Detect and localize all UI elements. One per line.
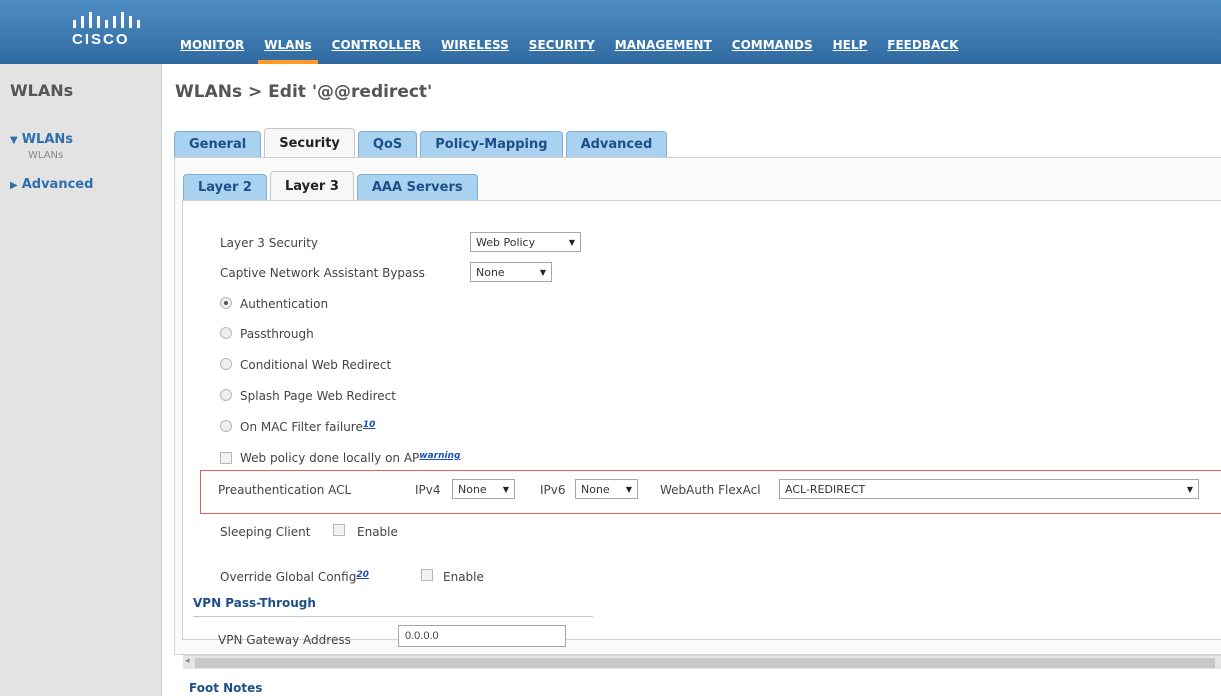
tab-security[interactable]: Security (264, 128, 355, 157)
dropdown-arrow-icon: ▼ (625, 484, 632, 494)
ipv6-acl-value: None (581, 482, 610, 496)
page-title: WLANs > Edit '@@redirect' (175, 82, 433, 102)
nav-controller[interactable]: CONTROLLER (322, 0, 431, 64)
radio-authentication-label: Authentication (240, 297, 329, 311)
sidebar-item-advanced[interactable]: ▶ Advanced (10, 177, 93, 192)
radio-splash-page-web-redirect-label: Splash Page Web Redirect (240, 389, 396, 403)
cna-bypass-select[interactable]: None ▼ (470, 262, 552, 282)
layer3-security-value: Web Policy (476, 235, 536, 249)
nav-security[interactable]: SECURITY (519, 0, 605, 64)
sidebar: WLANs ▼ WLANs WLANs ▶ Advanced (0, 64, 162, 696)
vpn-gateway-address-input[interactable] (398, 625, 566, 647)
nav-commands[interactable]: COMMANDS (722, 0, 823, 64)
cisco-logo-bars-icon (73, 12, 140, 28)
nav-feedback[interactable]: FEEDBACK (877, 0, 968, 64)
cisco-logo: CISCO (72, 12, 152, 52)
cna-bypass-label: Captive Network Assistant Bypass (220, 266, 425, 280)
radio-on-mac-filter-failure-label: On MAC Filter failure10 (240, 420, 375, 434)
radio-splash-page-web-redirect[interactable] (220, 389, 232, 401)
radio-on-mac-filter-failure[interactable] (220, 420, 232, 432)
tab-layer-2[interactable]: Layer 2 (183, 174, 267, 200)
override-global-enable-label: Enable (443, 570, 484, 584)
override-global-config-checkbox[interactable] (421, 569, 433, 581)
dropdown-arrow-icon: ▼ (502, 484, 509, 494)
ipv6-acl-select[interactable]: None ▼ (575, 479, 638, 499)
webauth-flexacl-select[interactable]: ACL-REDIRECT ▼ (779, 479, 1199, 499)
layer3-security-label: Layer 3 Security (220, 236, 318, 250)
dropdown-arrow-icon: ▼ (539, 267, 546, 277)
nav-wlans[interactable]: WLANs (254, 0, 321, 64)
mac-filter-failure-text: On MAC Filter failure (240, 420, 363, 434)
radio-passthrough-label: Passthrough (240, 327, 314, 341)
nav-management[interactable]: MANAGEMENT (605, 0, 722, 64)
sidebar-subitem-wlans[interactable]: WLANs (28, 150, 63, 161)
sleeping-client-enable-label: Enable (357, 525, 398, 539)
sidebar-item-wlans[interactable]: ▼ WLANs (10, 132, 73, 147)
radio-conditional-web-redirect[interactable] (220, 358, 232, 370)
sidebar-item-label: Advanced (21, 177, 94, 192)
cna-bypass-value: None (476, 265, 505, 279)
foot-notes-heading: Foot Notes (189, 681, 263, 695)
footnote-link-10[interactable]: 10 (363, 420, 376, 430)
dropdown-arrow-icon: ▼ (1186, 484, 1193, 494)
preauth-acl-label: Preauthentication ACL (218, 483, 352, 497)
footnote-link-20[interactable]: 20 (356, 570, 369, 580)
caret-right-icon: ▶ (10, 180, 18, 191)
warning-link[interactable]: warning (419, 451, 460, 461)
tab-policy-mapping[interactable]: Policy-Mapping (420, 131, 563, 157)
webauth-flexacl-value: ACL-REDIRECT (785, 482, 866, 496)
main-tabs: General Security QoS Policy-Mapping Adva… (174, 128, 670, 157)
override-global-config-text: Override Global Config (220, 570, 357, 584)
tab-qos[interactable]: QoS (357, 131, 418, 157)
security-subtabs: Layer 2 Layer 3 AAA Servers (183, 171, 481, 200)
nav-wireless[interactable]: WIRELESS (431, 0, 519, 64)
layer3-security-select[interactable]: Web Policy ▼ (470, 232, 581, 252)
scroll-left-arrow-icon[interactable]: ◂ (185, 656, 190, 666)
top-navigation-bar: CISCO MONITOR WLANs CONTROLLER WIRELESS … (0, 0, 1221, 64)
web-policy-local-checkbox[interactable] (220, 452, 232, 464)
main-nav: MONITOR WLANs CONTROLLER WIRELESS SECURI… (170, 0, 968, 64)
tab-aaa-servers[interactable]: AAA Servers (356, 174, 478, 200)
sleeping-client-label: Sleeping Client (220, 525, 311, 539)
web-policy-local-label: Web policy done locally on APwarning (240, 451, 460, 465)
tab-general[interactable]: General (174, 131, 262, 157)
webauth-flexacl-label: WebAuth FlexAcl (660, 483, 761, 497)
section-divider (193, 616, 593, 617)
horizontal-scrollbar[interactable]: ◂ (183, 655, 1221, 669)
radio-conditional-web-redirect-label: Conditional Web Redirect (240, 358, 392, 372)
ipv6-label: IPv6 (540, 483, 566, 497)
override-global-config-label: Override Global Config20 (220, 570, 369, 584)
vpn-pass-through-heading: VPN Pass-Through (193, 596, 316, 610)
ipv4-acl-value: None (458, 482, 487, 496)
ipv4-acl-select[interactable]: None ▼ (452, 479, 515, 499)
sidebar-title: WLANs (10, 81, 74, 100)
sidebar-item-label: WLANs (21, 132, 74, 147)
tab-advanced[interactable]: Advanced (565, 131, 668, 157)
cisco-logo-text: CISCO (72, 31, 130, 48)
radio-authentication[interactable] (220, 297, 232, 309)
nav-help[interactable]: HELP (823, 0, 878, 64)
dropdown-arrow-icon: ▼ (568, 237, 575, 247)
tab-layer-3[interactable]: Layer 3 (269, 171, 354, 200)
sleeping-client-checkbox[interactable] (333, 524, 345, 536)
nav-monitor[interactable]: MONITOR (170, 0, 254, 64)
caret-down-icon: ▼ (10, 135, 18, 146)
scrollbar-thumb[interactable] (195, 658, 1215, 668)
ipv4-label: IPv4 (415, 483, 441, 497)
web-policy-local-text: Web policy done locally on AP (240, 451, 420, 465)
radio-passthrough[interactable] (220, 327, 232, 339)
vpn-gateway-address-label: VPN Gateway Address (218, 633, 351, 647)
